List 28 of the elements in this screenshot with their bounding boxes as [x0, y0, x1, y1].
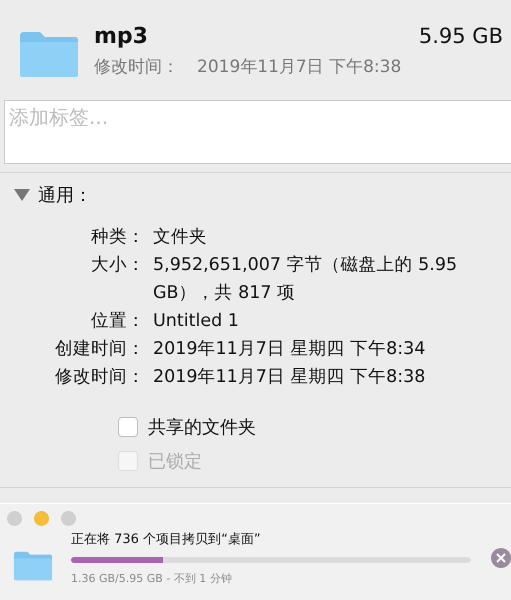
- section-title: 通用：: [38, 184, 92, 207]
- info-value: 文件夹: [153, 226, 208, 249]
- file-size: 5.95 GB: [418, 24, 503, 48]
- checkbox-label: 已锁定: [148, 450, 202, 473]
- checkbox-label: 共享的文件夹: [148, 416, 256, 439]
- info-value: Untitled 1: [153, 310, 240, 333]
- info-value: 2019年11月7日 星期四 下午8:34: [153, 338, 426, 361]
- info-label: 种类：: [90, 226, 145, 249]
- copy-message: 正在将 736 个项目拷贝到“桌面”: [71, 531, 262, 548]
- cancel-icon[interactable]: [491, 548, 511, 568]
- window-control-icon[interactable]: [7, 511, 22, 526]
- modified-value: 2019年11月7日 下午8:38: [197, 57, 402, 77]
- file-name: mp3: [94, 24, 148, 49]
- info-value: 5,952,651,007 字节（磁盘上的 5.95 GB），共 817 项: [153, 254, 458, 305]
- disclosure-triangle-icon[interactable]: [14, 189, 30, 201]
- window-control-icon[interactable]: [34, 511, 49, 526]
- tags-field[interactable]: 添加标签...: [4, 100, 511, 164]
- folder-icon: [18, 30, 80, 78]
- info-value: 2019年11月7日 星期四 下午8:38: [153, 366, 426, 389]
- info-label: 修改时间：: [54, 366, 145, 389]
- copy-status: 1.36 GB/5.95 GB - 不到 1 分钟: [71, 571, 233, 586]
- checkbox[interactable]: [118, 417, 138, 437]
- folder-icon: [13, 550, 53, 582]
- info-label: 位置：: [90, 310, 145, 333]
- window-control-icon[interactable]: [61, 511, 76, 526]
- modified-label: 修改时间：: [94, 57, 179, 77]
- info-label: 大小：: [90, 254, 145, 277]
- info-label: 创建时间：: [54, 338, 145, 361]
